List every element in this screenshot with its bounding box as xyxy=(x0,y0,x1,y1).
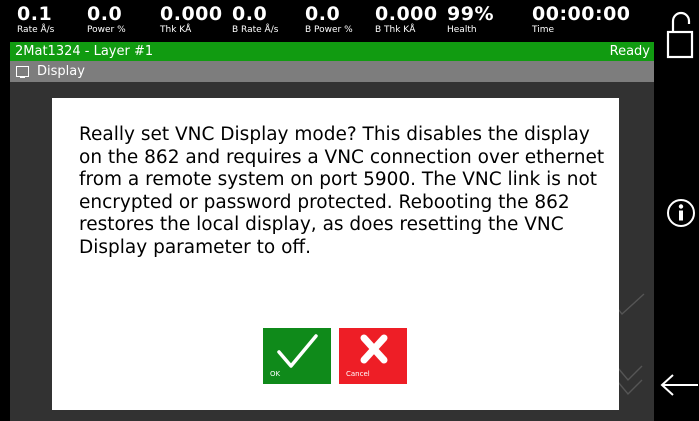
back-arrow-icon[interactable] xyxy=(658,370,698,400)
metric-value: 0.000 xyxy=(375,3,438,25)
metric-b-thickness: 0.000 B Thk KÅ xyxy=(375,3,438,36)
metric-value: 00:00:00 xyxy=(532,3,631,25)
metric-label: Health xyxy=(447,25,477,35)
dialog-message: Really set VNC Display mode? This disabl… xyxy=(79,124,605,258)
monitor-icon xyxy=(16,66,29,78)
metric-label: Rate Å/s xyxy=(17,25,55,35)
status-state: Ready xyxy=(609,44,650,59)
metric-value: 0.000 xyxy=(160,3,223,25)
metric-label: Thk KÅ xyxy=(160,25,192,35)
metric-b-power: 0.0 B Power % xyxy=(305,3,353,36)
metric-rate: 0.1 Rate Å/s xyxy=(17,3,55,36)
metric-label: B Thk KÅ xyxy=(375,25,416,35)
metric-value: 0.0 xyxy=(87,3,123,25)
metric-value: 0.0 xyxy=(232,3,268,25)
metric-time: 00:00:00 Time xyxy=(532,3,631,36)
metric-value: 0.0 xyxy=(305,3,341,25)
lock-icon[interactable] xyxy=(666,6,694,60)
status-bar: 2Mat1324 - Layer #1 Ready xyxy=(10,42,654,61)
metric-power: 0.0 Power % xyxy=(87,3,126,36)
ok-label: OK xyxy=(270,370,281,378)
breadcrumb-label: Display xyxy=(37,64,85,79)
info-icon[interactable] xyxy=(666,198,696,228)
metric-health: 99% Health xyxy=(447,3,494,36)
metric-label: B Power % xyxy=(305,25,353,35)
cancel-button[interactable]: Cancel xyxy=(339,328,407,384)
cancel-label: Cancel xyxy=(346,370,370,378)
right-sidebar xyxy=(654,0,699,421)
breadcrumb[interactable]: Display xyxy=(10,61,654,82)
confirm-dialog: Really set VNC Display mode? This disabl… xyxy=(52,98,619,410)
metric-thickness: 0.000 Thk KÅ xyxy=(160,3,223,36)
metric-value: 99% xyxy=(447,3,494,25)
metrics-bar: 0.1 Rate Å/s 0.0 Power % 0.000 Thk KÅ 0.… xyxy=(10,0,654,42)
metric-label: Power % xyxy=(87,25,126,35)
metric-label: Time xyxy=(532,25,555,35)
ok-button[interactable]: OK xyxy=(263,328,331,384)
metric-label: B Rate Å/s xyxy=(232,25,279,35)
metric-value: 0.1 xyxy=(17,3,53,25)
metric-b-rate: 0.0 B Rate Å/s xyxy=(232,3,279,36)
process-name: 2Mat1324 - Layer #1 xyxy=(15,44,154,59)
